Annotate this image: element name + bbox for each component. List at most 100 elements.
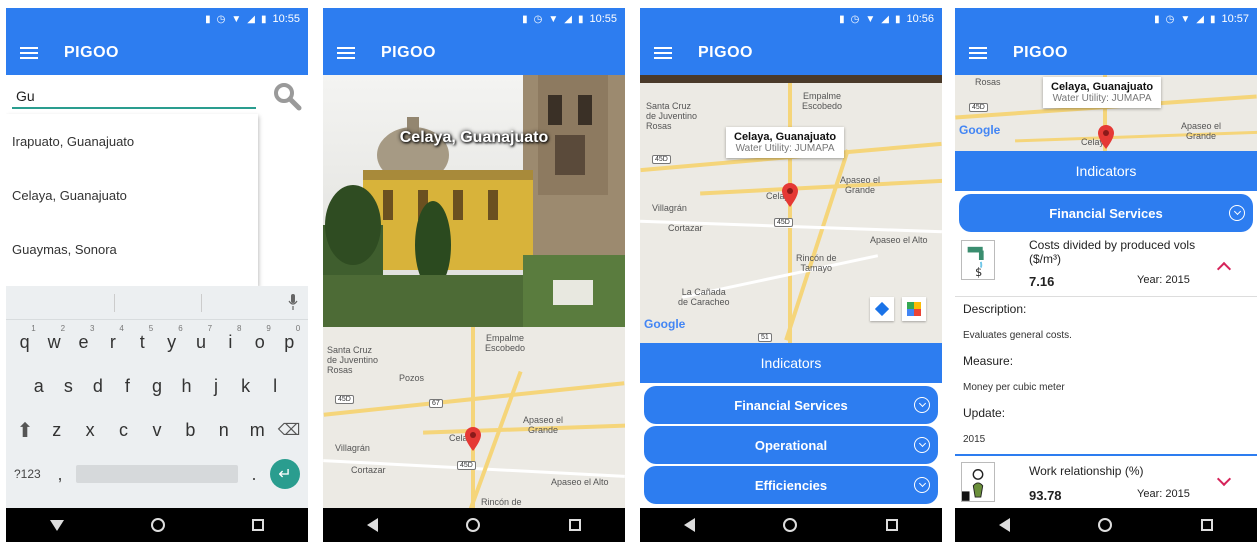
mic-icon[interactable] <box>288 294 298 310</box>
alarm-icon: ◷ <box>216 13 226 25</box>
suggestion-item[interactable]: Irapuato, Guanajuato <box>6 114 258 168</box>
keyboard-key[interactable]: x <box>77 420 103 441</box>
recent-apps-icon[interactable] <box>252 519 265 531</box>
google-logo: Google <box>644 317 686 331</box>
recent-apps-icon[interactable] <box>568 519 581 531</box>
map-label: Apaseo el Alto <box>551 477 609 487</box>
city-map[interactable]: Santa Cruz de Juventino Rosas Empalme Es… <box>640 75 942 343</box>
symbols-key[interactable]: ?123 <box>14 467 44 481</box>
chevron-down-icon <box>914 397 930 413</box>
chevron-up-icon[interactable] <box>1216 261 1232 277</box>
keyboard-key[interactable]: m <box>244 420 270 441</box>
alarm-icon: ◷ <box>1165 13 1175 25</box>
keyboard-key[interactable]: l <box>262 376 288 397</box>
key-letter: w <box>47 331 61 352</box>
keyboard-key[interactable]: k <box>233 376 259 397</box>
home-icon[interactable] <box>150 518 165 532</box>
recent-apps-icon[interactable] <box>1200 519 1213 531</box>
key-letter: l <box>273 375 278 396</box>
city-map[interactable]: Rosas 45D Apaseo el Grande Celaya Google… <box>955 75 1257 151</box>
search-icon[interactable] <box>272 81 302 111</box>
category-operational[interactable]: Operational <box>644 426 938 464</box>
keyboard-key[interactable]: v <box>144 420 170 441</box>
keyboard-key[interactable]: o9 <box>247 324 273 353</box>
keyboard-key[interactable]: c <box>111 420 137 441</box>
signal-icon: ◢ <box>247 13 255 25</box>
enter-key-icon[interactable]: ↵ <box>270 459 300 489</box>
highway-shield: 45D <box>457 461 476 470</box>
search-input[interactable] <box>12 85 256 109</box>
key-hint: 0 <box>295 323 301 333</box>
map-pin-icon[interactable] <box>782 183 798 207</box>
key-hint: 8 <box>236 323 242 333</box>
svg-text:$: $ <box>975 266 982 279</box>
keyboard-key[interactable]: h <box>174 376 200 397</box>
keyboard-key[interactable]: g <box>144 376 170 397</box>
keyboard-key[interactable]: t5 <box>129 324 155 353</box>
home-icon[interactable] <box>1098 518 1113 532</box>
keyboard-key[interactable]: f <box>114 376 140 397</box>
indicator-value: 93.78 <box>1029 488 1062 503</box>
back-icon[interactable] <box>684 518 696 532</box>
keyboard-key[interactable]: e3 <box>70 324 96 353</box>
map-label: Santa Cruz de Juventino Rosas <box>646 101 698 131</box>
indicator-card[interactable]: $ Costs divided by produced vols ($/m³) … <box>955 234 1257 296</box>
signal-icon: ◢ <box>1196 13 1204 25</box>
city-map[interactable]: Santa Cruz de Juventino Rosas Empalme Es… <box>323 327 625 508</box>
keyboard-key[interactable]: z <box>44 420 70 441</box>
app-bar: PIGOO <box>955 30 1257 75</box>
status-time: 10:55 <box>272 13 300 25</box>
info-window-subtitle: Water Utility: JUMAPA <box>1052 93 1152 104</box>
shift-key-icon[interactable]: ⬆ <box>10 418 40 443</box>
keyboard-key[interactable]: q1 <box>12 324 38 353</box>
menu-icon[interactable] <box>654 46 672 59</box>
home-icon[interactable] <box>466 518 481 532</box>
menu-icon[interactable] <box>337 46 355 59</box>
indicator-title: Work relationship (%) <box>1029 464 1144 478</box>
keyboard-key[interactable]: r4 <box>100 324 126 353</box>
keyboard-key[interactable]: j <box>203 376 229 397</box>
keyboard-key[interactable]: u7 <box>188 324 214 353</box>
map-info-window[interactable]: Celaya, Guanajuato Water Utility: JUMAPA <box>1043 77 1162 108</box>
nav-bar <box>955 508 1257 542</box>
keyboard-key[interactable]: n <box>211 420 237 441</box>
category-efficiencies[interactable]: Efficiencies <box>644 466 938 504</box>
keyboard-key[interactable]: y6 <box>159 324 185 353</box>
back-icon[interactable] <box>999 518 1011 532</box>
suggestion-item[interactable]: Guaymas, Sonora <box>6 222 258 276</box>
comma-key[interactable]: , <box>52 464 68 485</box>
chevron-down-icon[interactable] <box>1216 471 1232 487</box>
home-icon[interactable] <box>783 518 798 532</box>
key-letter: n <box>218 419 229 440</box>
directions-icon[interactable] <box>870 297 894 321</box>
keyboard-key[interactable]: a <box>26 376 52 397</box>
dot-key[interactable]: . <box>246 464 262 485</box>
suggestion-item[interactable]: Celaya, Guanajuato <box>6 168 258 222</box>
category-financial-services[interactable]: Financial Services <box>644 386 938 424</box>
space-key[interactable] <box>76 465 238 483</box>
back-down-icon[interactable] <box>49 519 64 531</box>
google-maps-icon[interactable] <box>902 297 926 321</box>
category-financial-services[interactable]: Financial Services <box>959 194 1253 232</box>
keyboard-key[interactable]: i8 <box>217 324 243 353</box>
highway-shield: 45D <box>652 155 671 164</box>
keyboard-key[interactable]: s <box>55 376 81 397</box>
map-pin-icon[interactable] <box>465 427 481 451</box>
back-icon[interactable] <box>367 518 379 532</box>
recent-apps-icon[interactable] <box>885 519 898 531</box>
keyboard-key[interactable]: b <box>177 420 203 441</box>
map-pin-icon[interactable] <box>1098 125 1114 149</box>
key-letter: r <box>109 331 116 352</box>
keyboard-key[interactable]: d <box>85 376 111 397</box>
wifi-icon: ▼ <box>231 13 242 25</box>
map-label: Apaseo el Grande <box>523 415 564 435</box>
key-letter: c <box>119 419 129 440</box>
keyboard-key[interactable]: w2 <box>41 324 67 353</box>
backspace-key-icon[interactable]: ⌫ <box>274 420 304 440</box>
menu-icon[interactable] <box>20 46 38 59</box>
app-bar: PIGOO <box>6 30 308 75</box>
keyboard-key[interactable]: p0 <box>276 324 302 353</box>
map-info-window[interactable]: Celaya, Guanajuato Water Utility: JUMAPA <box>726 127 845 158</box>
menu-icon[interactable] <box>969 46 987 59</box>
indicator-card[interactable]: Work relationship (%) 93.78 Year: 2015 <box>955 458 1257 508</box>
